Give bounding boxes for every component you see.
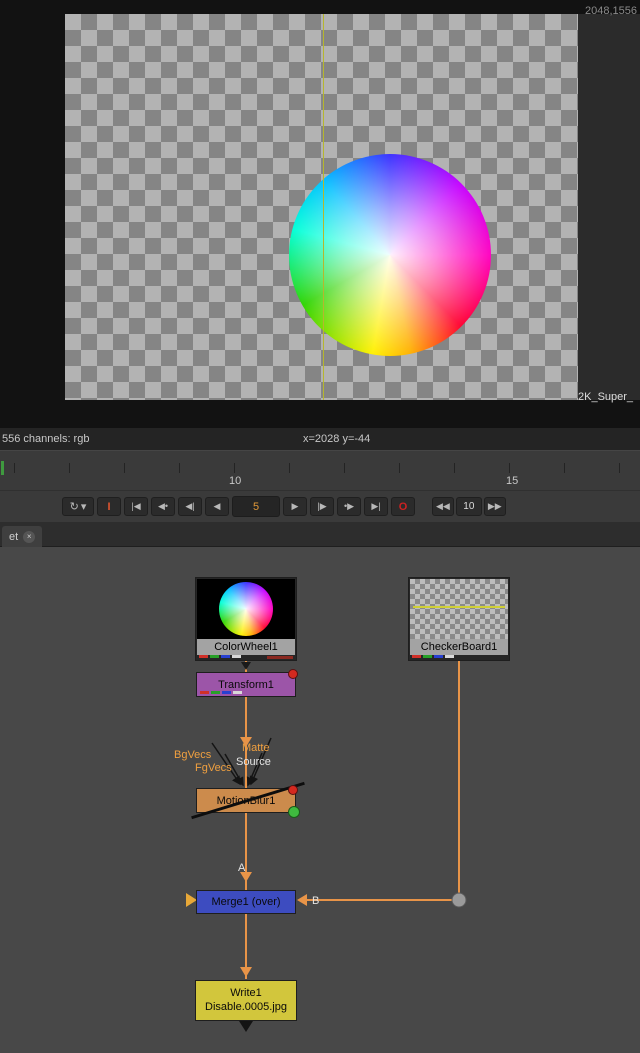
checkerboard1-thumbnail [410,579,508,639]
next-frame-button[interactable]: |▶ [310,497,334,516]
bgvecs-input-label: BgVecs [174,749,211,761]
expression-indicator-dot [288,806,300,818]
node-motionblur1[interactable]: MotionBlur1 [196,788,296,813]
error-indicator-dot [288,785,298,795]
elbow-dot[interactable] [452,893,466,907]
checkerboard-preview [410,579,508,639]
tab-label: et [9,531,18,543]
viewer-status-bar: 556 channels: rgb x=2028 y=-44 [0,428,640,450]
write1-filename: Disable.0005.jpg [205,1001,287,1015]
write1-label: Write1 [230,987,262,1001]
transform-input-arrowhead [241,662,251,670]
merge1-label: Merge1 (over) [211,896,280,908]
first-frame-button[interactable]: |◀ [124,497,148,516]
tick-label-10: 10 [229,475,241,487]
record-button[interactable]: O [391,497,415,516]
loop-icon: ↻ [70,500,79,513]
matte-input-label: Matte [242,742,270,754]
channel-strips [412,655,454,659]
viewer-guide-line [323,14,324,400]
tick-label-15: 15 [506,475,518,487]
close-icon[interactable]: × [23,531,35,543]
playback-loop-button[interactable]: ↻▾ [62,497,94,516]
merge-input-a-label: A [238,862,245,874]
merge-input-b-label: B [312,895,319,907]
node-checkerboard1[interactable]: CheckerBoard1 [408,577,510,661]
current-frame-field[interactable]: 5 [232,496,280,517]
prev-keyframe-button[interactable]: ◀• [151,497,175,516]
colorwheel1-label: ColorWheel1 [197,639,295,655]
node-colorwheel1[interactable]: ColorWheel1 [195,577,297,661]
fps-field[interactable]: 10 [456,497,482,516]
chevron-down-icon: ▾ [81,500,87,513]
node-merge1[interactable]: Merge1 (over) [196,890,296,914]
viewer-viewport[interactable] [65,14,578,400]
prev-frame-button[interactable]: ◀| [178,497,202,516]
checkerboard1-label: CheckerBoard1 [410,639,508,655]
fps-decrement-button[interactable]: ◀◀ [432,497,454,516]
node-graph[interactable]: ColorWheel1 CheckerBoard1 Transform1 Mot… [0,547,640,1053]
last-frame-button[interactable]: ▶| [364,497,388,516]
timeline-ticks [0,463,640,473]
channels-label: 556 channels: rgb [2,433,89,445]
channel-strip-alpha [267,656,293,659]
node-transform1[interactable]: Transform1 [196,672,296,697]
source-input-label: Source [236,756,271,768]
frame-range-button[interactable]: I [97,497,121,516]
viewer-panel: 2048,1556 2K_Super_ [0,0,640,428]
colorwheel-preview [219,582,273,636]
timeline-ruler[interactable]: 10 15 [0,450,640,490]
colorwheel1-thumbnail [197,579,295,639]
dag-connections [0,547,640,1053]
fps-increment-button[interactable]: ▶▶ [484,497,506,516]
resolution-label: 2048,1556 [585,5,637,17]
checkerboard-guide-line [413,606,505,608]
cursor-coords-label: x=2028 y=-44 [303,433,370,445]
channel-strips [200,691,242,695]
fgvecs-input-label: FgVecs [195,762,232,774]
channel-strips [199,655,241,659]
colorwheel-image [289,154,491,356]
transport-bar: ↻▾ I |◀ ◀• ◀| ◀ 5 ▶ |▶ •▶ ▶| O ◀◀ 10 ▶▶ [0,490,640,522]
write-input-arrowhead [240,967,252,977]
merge-b-arrowhead [297,894,307,906]
transform1-label: Transform1 [218,679,274,691]
format-label: 2K_Super_ [578,391,633,403]
next-keyframe-button[interactable]: •▶ [337,497,361,516]
viewer-right-margin [578,14,640,400]
error-indicator-dot [288,669,298,679]
node-graph-tab[interactable]: et × [2,526,42,547]
play-backward-button[interactable]: ◀ [205,497,229,516]
panel-tab-bar: et × [0,522,640,547]
write-output-stub[interactable] [239,1021,253,1032]
play-forward-button[interactable]: ▶ [283,497,307,516]
fps-controls: ◀◀ 10 ▶▶ [432,497,506,516]
node-write1[interactable]: Write1 Disable.0005.jpg [195,980,297,1021]
